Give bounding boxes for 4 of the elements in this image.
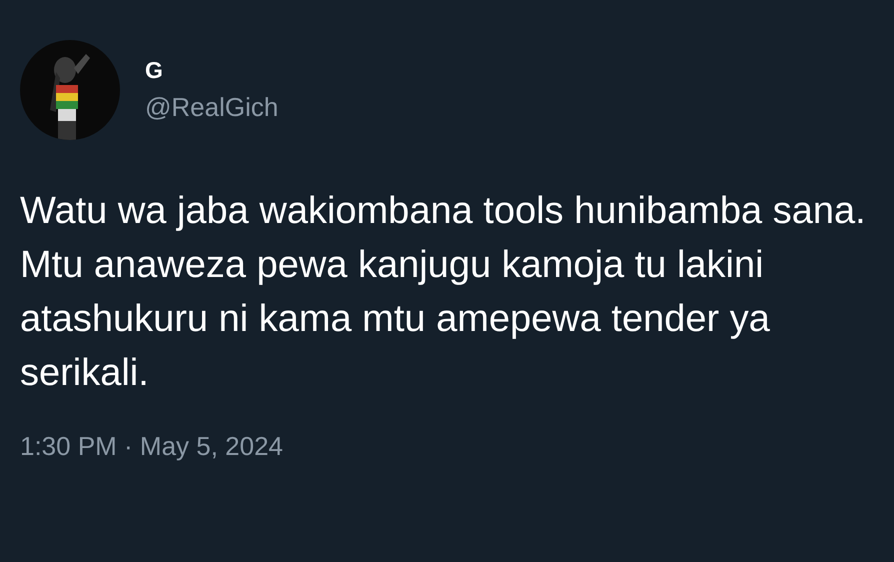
- tweet-text: Watu wa jaba wakiombana tools hunibamba sana. Mtu anaweza pewa kanjugu kamoja tu lakini atashukuru ni kama mtu amepewa tender ya serikali.: [20, 189, 867, 396]
- author-name: G: [145, 56, 164, 86]
- timestamp: 1:30 PM · May 5, 2024: [20, 430, 284, 462]
- author-handle: @RealGich: [145, 91, 278, 124]
